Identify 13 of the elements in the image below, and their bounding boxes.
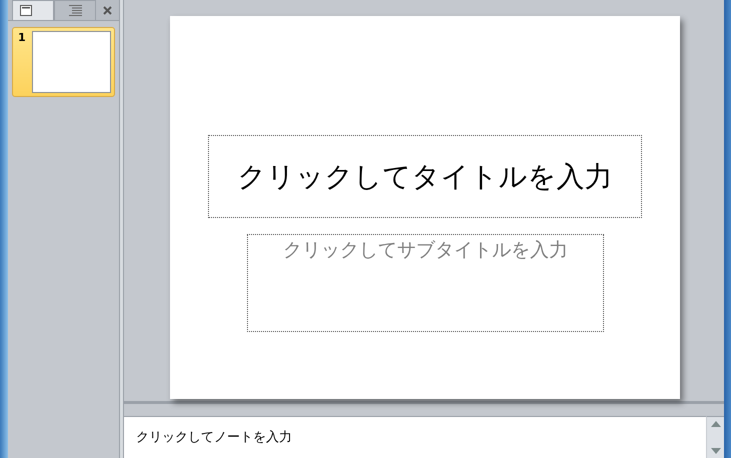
scroll-up-icon[interactable] — [710, 421, 720, 427]
subtitle-placeholder[interactable]: クリックしてサブタイトルを入力 — [247, 234, 604, 332]
scrollbar[interactable] — [706, 416, 724, 458]
close-icon — [103, 6, 112, 14]
scroll-down-icon[interactable] — [710, 448, 720, 454]
slides-tab[interactable] — [12, 0, 54, 20]
outline-tab[interactable] — [54, 0, 96, 20]
notes-field[interactable]: クリックしてノートを入力 — [124, 416, 706, 458]
outline-icon — [68, 5, 82, 16]
title-placeholder[interactable]: クリックしてタイトルを入力 — [208, 135, 642, 218]
slide-thumbnail[interactable]: 1 — [12, 27, 115, 97]
slide-icon — [20, 5, 32, 16]
slide-number: 1 — [18, 31, 27, 46]
